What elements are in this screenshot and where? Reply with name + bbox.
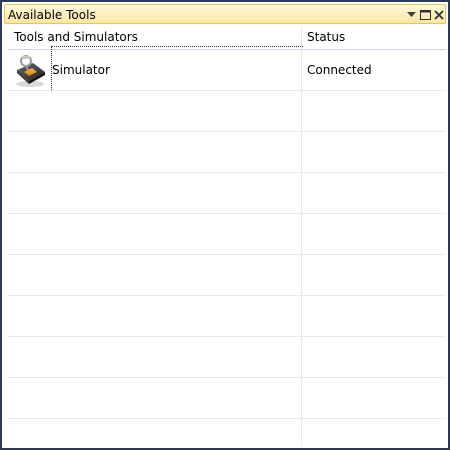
empty-row	[8, 173, 446, 214]
dropdown-icon[interactable]	[404, 8, 418, 22]
empty-row	[8, 337, 446, 378]
empty-row	[8, 214, 446, 255]
title-bar[interactable]: Available Tools	[4, 4, 446, 24]
column-divider[interactable]	[301, 26, 302, 49]
simulator-icon	[13, 54, 47, 88]
empty-row	[8, 296, 446, 337]
empty-row	[8, 91, 446, 132]
maximize-icon[interactable]	[418, 8, 432, 22]
tool-status: Connected	[307, 63, 372, 77]
window-title: Available Tools	[8, 8, 96, 22]
empty-row	[8, 132, 446, 173]
empty-row	[8, 255, 446, 296]
table-row[interactable]: Simulator Connected	[8, 46, 446, 91]
column-header-status[interactable]: Status	[307, 26, 345, 49]
available-tools-window: Available Tools Tools and Simulators Sta…	[0, 0, 450, 450]
tool-name: Simulator	[52, 63, 110, 77]
tools-list: Simulator Connected	[8, 46, 446, 446]
close-icon[interactable]	[432, 8, 446, 22]
empty-row	[8, 378, 446, 419]
column-header-tools[interactable]: Tools and Simulators	[14, 26, 138, 49]
table-header: Tools and Simulators Status	[8, 26, 446, 50]
